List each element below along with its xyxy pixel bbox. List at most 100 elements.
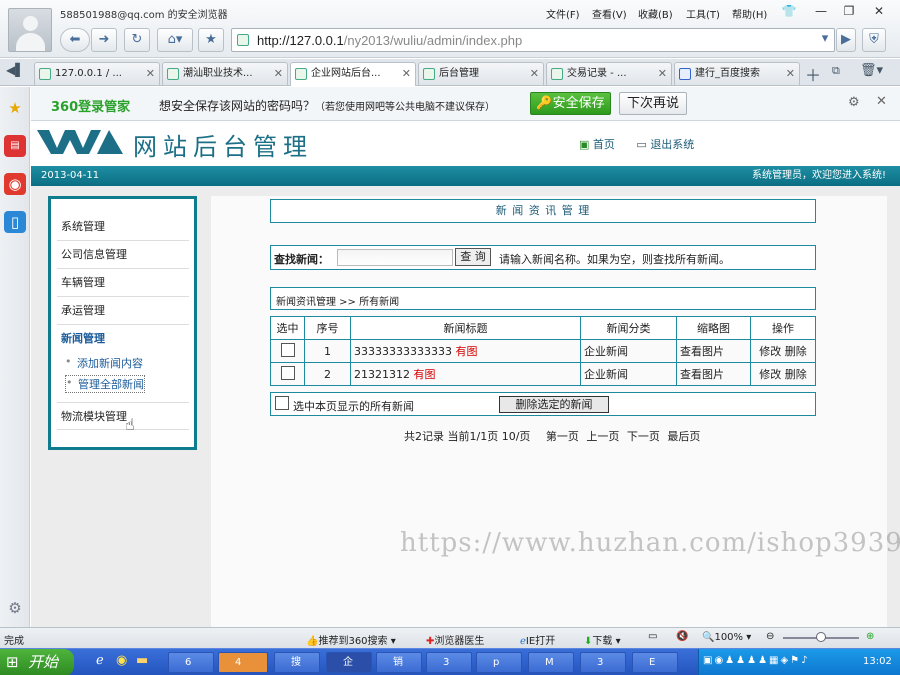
- shield-icon[interactable]: ⛨: [862, 28, 886, 52]
- tab-5[interactable]: 交易记录 - ... ✕: [546, 62, 672, 85]
- trash-icon[interactable]: 🗑▾: [860, 63, 883, 78]
- skin-icon[interactable]: 👕: [778, 2, 800, 20]
- row-view-image-link[interactable]: 查看图片: [676, 339, 751, 363]
- taskbar-item-3[interactable]: 3: [426, 652, 472, 673]
- tab-2[interactable]: 潮汕职业技术... ✕: [162, 62, 288, 85]
- row-delete-link[interactable]: 删除: [785, 345, 807, 358]
- 360-quicklaunch-icon[interactable]: ◉: [116, 653, 127, 668]
- save-password-button[interactable]: 🔑安全保存: [530, 92, 611, 115]
- settings-gear-icon[interactable]: ⚙: [4, 597, 26, 619]
- row-edit-link[interactable]: 修改: [759, 345, 781, 358]
- row-checkbox[interactable]: [280, 365, 295, 380]
- not-now-button[interactable]: 下次再说: [619, 92, 687, 115]
- refresh-button[interactable]: ↻: [124, 28, 150, 52]
- sidebar-item-vehicles[interactable]: 车辆管理: [57, 269, 189, 297]
- taskbar-item-qq1[interactable]: 6: [168, 652, 214, 673]
- forward-button[interactable]: ➜: [91, 28, 117, 52]
- menu-favorites[interactable]: 收藏(B): [638, 6, 673, 21]
- row-delete-link[interactable]: 删除: [785, 368, 807, 381]
- tray-icons[interactable]: ▣◉♟♟♟♟▦◈⚑♪: [703, 655, 810, 666]
- tab-4[interactable]: 后台管理 ✕: [418, 62, 544, 85]
- search-button[interactable]: 查 询: [455, 248, 491, 266]
- user-avatar[interactable]: [8, 8, 52, 52]
- delete-selected-button[interactable]: 删除选定的新闻: [499, 396, 609, 413]
- taskbar-item-qq2[interactable]: 4: [218, 652, 268, 673]
- menu-help[interactable]: 帮助(H): [732, 6, 767, 21]
- row-title[interactable]: 21321312: [354, 368, 410, 381]
- pager-last[interactable]: 最后页: [667, 430, 700, 443]
- favorites-star-icon[interactable]: ★: [4, 97, 26, 119]
- row-checkbox[interactable]: [280, 342, 295, 357]
- zoom-in-icon[interactable]: ⊕: [866, 631, 874, 642]
- ie-open-button[interactable]: ℯIE打开: [520, 632, 555, 647]
- favorite-star-button[interactable]: ★: [198, 28, 224, 52]
- zoom-slider-thumb[interactable]: [816, 632, 826, 642]
- new-tab-icon[interactable]: ＋: [805, 62, 821, 86]
- tab-bar: ◀▌ 127.0.0.1 / ... ✕ 潮汕职业技术... ✕ 企业网站后台...…: [0, 59, 900, 86]
- taskbar-item-doc[interactable]: 销: [376, 652, 422, 673]
- sidebar-item-logistics[interactable]: 物流模块管理: [57, 402, 189, 430]
- select-all-checkbox[interactable]: [275, 396, 289, 410]
- password-save-bar: 360登录管家 想安全保存该网站的密码吗？（若您使用网吧等公共电脑不建议保存） …: [31, 87, 900, 121]
- 360-brand: 360登录管家: [51, 100, 131, 115]
- recommend-360-button[interactable]: 👍推荐到360搜索 ▾: [306, 632, 396, 647]
- taskbar-item-search[interactable]: 搜: [274, 652, 320, 673]
- sidebar-item-shipping[interactable]: 承运管理: [57, 297, 189, 325]
- news-icon[interactable]: ▤: [4, 135, 26, 157]
- taskbar-item-p[interactable]: p: [476, 652, 522, 673]
- taskbar-item-browser[interactable]: 企: [326, 652, 372, 673]
- weibo-icon[interactable]: ◉: [4, 173, 26, 195]
- ie-quicklaunch-icon[interactable]: ℯ: [96, 653, 104, 668]
- sidebar-sub-add-news[interactable]: 添加新闻内容: [65, 355, 143, 371]
- pager-next[interactable]: 下一页: [627, 430, 660, 443]
- pager-prev[interactable]: 上一页: [586, 430, 619, 443]
- search-input[interactable]: [337, 249, 453, 266]
- tab-3-active[interactable]: 企业网站后台... ✕: [290, 62, 416, 86]
- row-title[interactable]: 33333333333333: [354, 345, 452, 358]
- folder-quicklaunch-icon[interactable]: ▬: [136, 653, 148, 668]
- sidebar-sub-manage-news[interactable]: 管理全部新闻: [65, 375, 145, 393]
- tab-6[interactable]: 建行_百度搜索 ✕: [674, 62, 800, 85]
- row-edit-link[interactable]: 修改: [759, 368, 781, 381]
- home-button[interactable]: ⌂▾: [157, 28, 193, 52]
- address-path: /ny2013/wuliu/admin/index.php: [343, 33, 523, 48]
- page-icon: [237, 34, 249, 46]
- col-title: 新闻标题: [350, 316, 581, 340]
- mute-icon[interactable]: 🔇: [676, 631, 688, 642]
- back-button[interactable]: ⬅: [60, 28, 90, 52]
- zoom-out-icon[interactable]: ⊖: [766, 631, 774, 642]
- zoom-control[interactable]: 🔍100% ▾: [702, 632, 751, 643]
- row-image-tag: 有图: [413, 368, 436, 381]
- screenshot-icon[interactable]: ▭: [648, 631, 657, 642]
- menu-tools[interactable]: 工具(T): [686, 6, 720, 21]
- bar-settings-icon[interactable]: ⚙: [848, 95, 860, 110]
- taskbar-item-e[interactable]: E: [632, 652, 678, 673]
- go-button[interactable]: ▶: [836, 28, 856, 52]
- sidebar-item-company[interactable]: 公司信息管理: [57, 241, 189, 269]
- menu-file[interactable]: 文件(F): [546, 6, 580, 21]
- site-banner: 网站后台管理 ▣ 首页 ▭ 退出系统: [31, 122, 900, 164]
- start-button[interactable]: ⊞ 开始: [0, 649, 74, 675]
- tab-1[interactable]: 127.0.0.1 / ... ✕: [34, 62, 160, 85]
- close-window-icon[interactable]: ✕: [868, 2, 890, 20]
- logout-link[interactable]: ▭ 退出系统: [636, 138, 694, 151]
- mobile-icon[interactable]: ▯: [4, 211, 26, 233]
- taskbar-item-m[interactable]: M: [528, 652, 574, 673]
- download-button[interactable]: ⬇下载 ▾: [584, 632, 621, 647]
- pager-first[interactable]: 第一页: [546, 430, 579, 443]
- sidebar-toggle-icon[interactable]: ◀▌: [6, 63, 24, 77]
- row-view-image-link[interactable]: 查看图片: [676, 362, 751, 386]
- welcome-text: 系统管理员，欢迎您进入系统!: [751, 170, 886, 181]
- minimize-icon[interactable]: —: [810, 2, 832, 20]
- address-dropdown-icon[interactable]: ▾: [816, 28, 834, 52]
- home-link[interactable]: ▣ 首页: [579, 138, 615, 151]
- bar-close-icon[interactable]: ✕: [876, 94, 887, 109]
- sidebar-item-system[interactable]: 系统管理: [57, 213, 189, 241]
- tab-count-icon[interactable]: ⧉: [832, 64, 840, 78]
- menu-view[interactable]: 查看(V): [592, 6, 627, 21]
- restore-icon[interactable]: ❐: [838, 2, 860, 20]
- browser-doctor-button[interactable]: ✚浏览器医生: [426, 632, 484, 647]
- taskbar-item-3b[interactable]: 3: [580, 652, 626, 673]
- sidebar-item-news[interactable]: 新闻管理: [57, 325, 189, 353]
- address-bar[interactable]: http://127.0.0.1/ny2013/wuliu/admin/inde…: [231, 28, 835, 52]
